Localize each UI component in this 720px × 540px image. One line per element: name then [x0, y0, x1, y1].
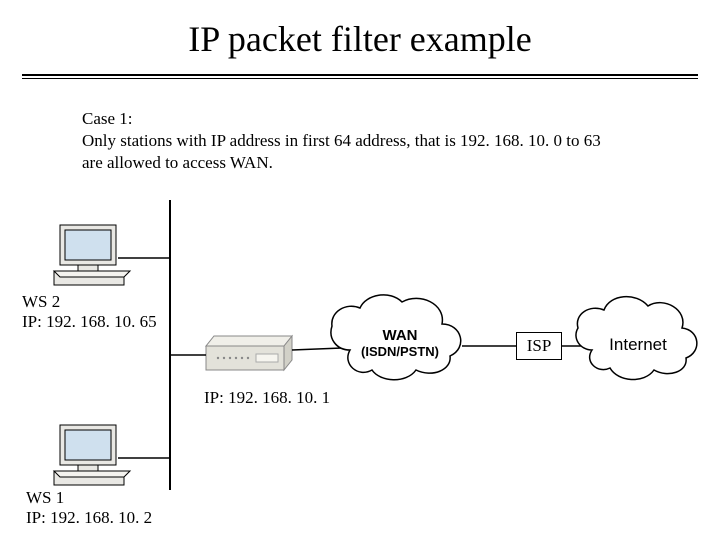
ws2-computer-icon — [54, 225, 130, 285]
wan-cloud-icon: WAN (ISDN/PSTN) — [331, 295, 461, 380]
wan-label-line2: (ISDN/PSTN) — [361, 344, 439, 359]
ws1-ip: IP: 192. 168. 10. 2 — [26, 508, 152, 527]
ws1-label: WS 1 IP: 192. 168. 10. 2 — [26, 488, 152, 528]
internet-cloud-icon: Internet — [576, 297, 697, 380]
ws2-ip: IP: 192. 168. 10. 65 — [22, 312, 157, 331]
router-icon — [206, 336, 292, 370]
router-wan-link — [292, 348, 342, 350]
ws2-name: WS 2 — [22, 292, 60, 311]
isp-box: ISP — [516, 332, 562, 360]
ws2-label: WS 2 IP: 192. 168. 10. 65 — [22, 292, 157, 332]
diagram-svg: WAN (ISDN/PSTN) Internet — [0, 0, 720, 540]
ws1-name: WS 1 — [26, 488, 64, 507]
isp-label: ISP — [527, 336, 552, 355]
internet-label: Internet — [609, 335, 667, 354]
router-label: IP: 192. 168. 10. 1 — [204, 388, 330, 408]
router-ip: IP: 192. 168. 10. 1 — [204, 388, 330, 407]
wan-label-line1: WAN — [383, 327, 418, 344]
ws1-computer-icon — [54, 425, 130, 485]
